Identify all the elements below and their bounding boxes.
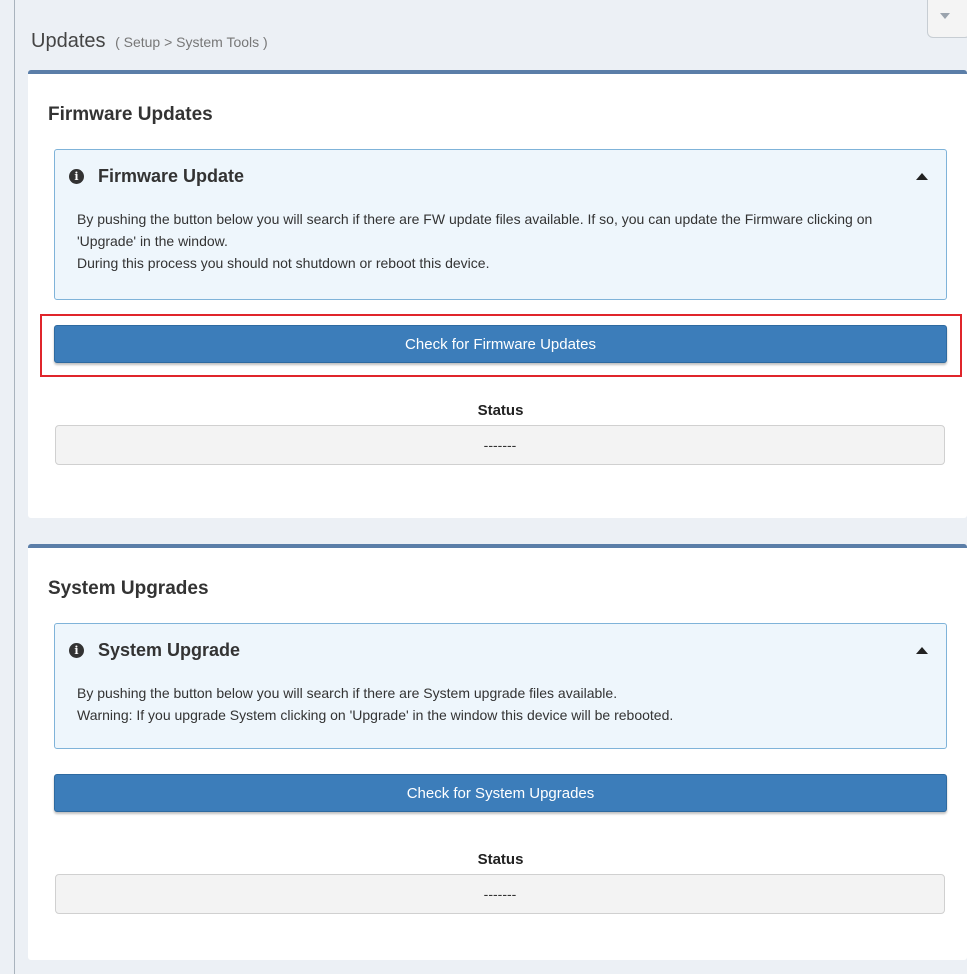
system-callout-text: By pushing the button below you will sea… xyxy=(77,682,927,726)
caret-up-icon[interactable] xyxy=(916,647,928,654)
system-upgrades-box: System Upgrades i System Upgrade By push… xyxy=(28,544,967,960)
system-callout-line: Warning: If you upgrade System clicking … xyxy=(77,707,674,723)
caret-down-icon xyxy=(940,13,950,19)
system-info-callout: i System Upgrade By pushing the button b… xyxy=(54,623,947,749)
firmware-info-callout: i Firmware Update By pushing the button … xyxy=(54,149,947,300)
content-header: Updates ( Setup > System Tools ) xyxy=(15,0,967,72)
check-firmware-updates-button[interactable]: Check for Firmware Updates xyxy=(54,325,947,363)
info-circle-icon: i xyxy=(69,168,84,184)
firmware-status-field: ------- xyxy=(55,425,945,465)
system-section-title: System Upgrades xyxy=(48,578,209,599)
caret-up-icon[interactable] xyxy=(916,173,928,180)
check-system-upgrades-button[interactable]: Check for System Upgrades xyxy=(54,774,947,812)
breadcrumb: ( Setup > System Tools ) xyxy=(115,34,268,50)
system-callout-line: By pushing the button below you will sea… xyxy=(77,685,618,701)
firmware-callout-line: During this process you should not shutd… xyxy=(77,255,490,271)
system-status-field: ------- xyxy=(55,874,945,914)
system-status-label: Status xyxy=(477,851,524,868)
firmware-callout-header[interactable]: i Firmware Update xyxy=(69,166,244,186)
firmware-section-title: Firmware Updates xyxy=(48,104,213,125)
firmware-callout-title: Firmware Update xyxy=(98,165,245,186)
firmware-status-label: Status xyxy=(477,402,524,419)
page-title: Updates ( Setup > System Tools ) xyxy=(31,30,268,53)
firmware-callout-text: By pushing the button below you will sea… xyxy=(77,208,927,274)
system-callout-title: System Upgrade xyxy=(98,639,241,660)
system-callout-header[interactable]: i System Upgrade xyxy=(69,640,240,660)
firmware-updates-box: Firmware Updates i Firmware Update By pu… xyxy=(28,70,967,518)
info-circle-icon: i xyxy=(69,642,84,658)
header-dropdown-button[interactable] xyxy=(927,0,967,38)
page-left-border xyxy=(14,0,15,974)
page-title-text: Updates xyxy=(31,30,106,52)
firmware-callout-line: By pushing the button below you will sea… xyxy=(77,211,873,249)
